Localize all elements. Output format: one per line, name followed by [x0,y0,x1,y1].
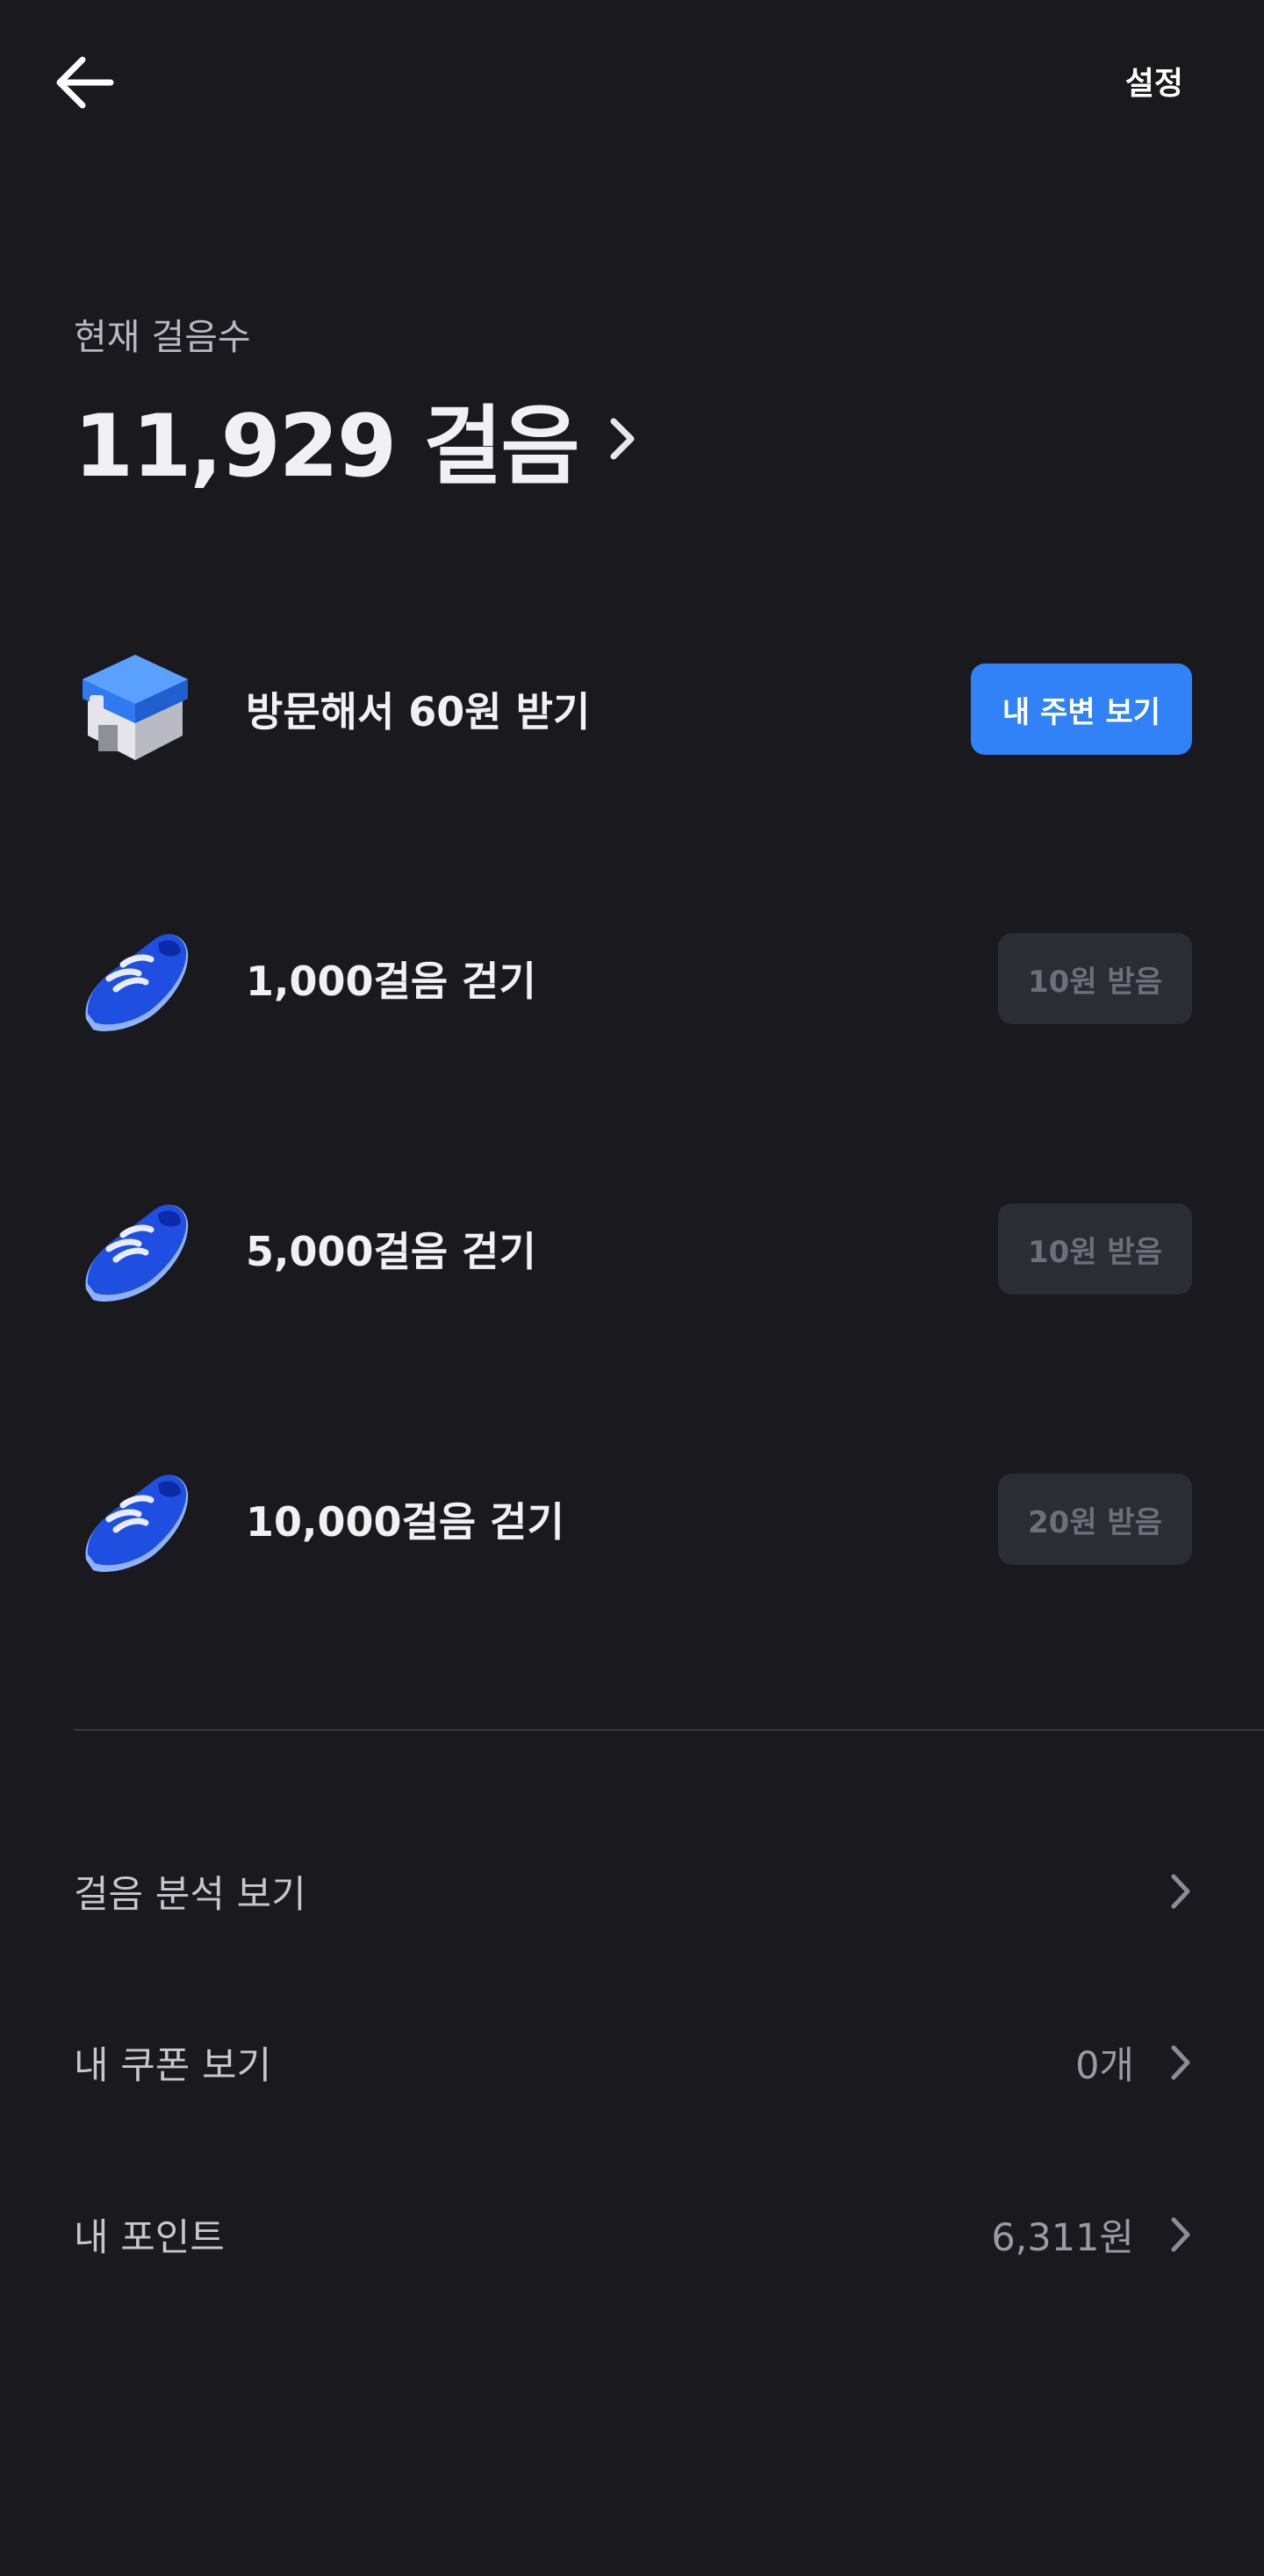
steps-label: 현재 걸음수 [74,316,251,358]
chevron-right-icon [1171,2045,1190,2080]
sneaker-icon [85,1475,189,1572]
step-analysis-row[interactable]: 걸음 분석 보기 [74,1843,1192,1940]
mission-title: 5,000걸음 걷기 [246,1228,536,1275]
chevron-right-icon [610,418,635,460]
mission-item: 방문해서 60원 받기 내 주변 보기 [74,648,1192,771]
chevron-right-icon [1171,1874,1190,1909]
steps-value: 11,929 걸음 [74,397,580,497]
sneaker-icon [85,1204,189,1302]
menu-label: 걸음 분석 보기 [74,1873,306,1917]
mission-title: 방문해서 60원 받기 [246,688,591,735]
reward-received-button[interactable]: 10원 받음 [998,933,1192,1024]
steps-count-link[interactable]: 11,929 걸음 [74,386,640,497]
mission-item: 5,000걸음 걷기 10원 받음 [74,1188,1192,1310]
back-button[interactable] [51,49,121,119]
points-balance: 6,311원 [991,2216,1134,2260]
my-coupons-row[interactable]: 내 쿠폰 보기 0개 [74,2014,1192,2111]
coupon-count: 0개 [1075,2044,1134,2088]
sneaker-icon [85,934,189,1031]
reward-received-button[interactable]: 10원 받음 [998,1203,1192,1295]
my-points-row[interactable]: 내 포인트 6,311원 [74,2186,1192,2283]
section-divider [74,1729,1264,1731]
mission-title: 1,000걸음 걷기 [246,958,536,1005]
mission-item: 10,000걸음 걷기 20원 받음 [74,1458,1192,1581]
mission-item: 1,000걸음 걷기 10원 받음 [74,917,1192,1040]
nearby-view-button[interactable]: 내 주변 보기 [970,664,1192,755]
top-bar: 설정 [0,0,1264,167]
reward-received-button[interactable]: 20원 받음 [998,1474,1192,1565]
mission-title: 10,000걸음 걷기 [246,1498,564,1546]
store-building-icon [83,655,188,760]
arrow-left-icon [56,56,114,109]
settings-button[interactable]: 설정 [1125,58,1183,104]
menu-label: 내 포인트 [74,2216,225,2260]
menu-label: 내 쿠폰 보기 [74,2044,272,2088]
chevron-right-icon [1171,2217,1190,2252]
